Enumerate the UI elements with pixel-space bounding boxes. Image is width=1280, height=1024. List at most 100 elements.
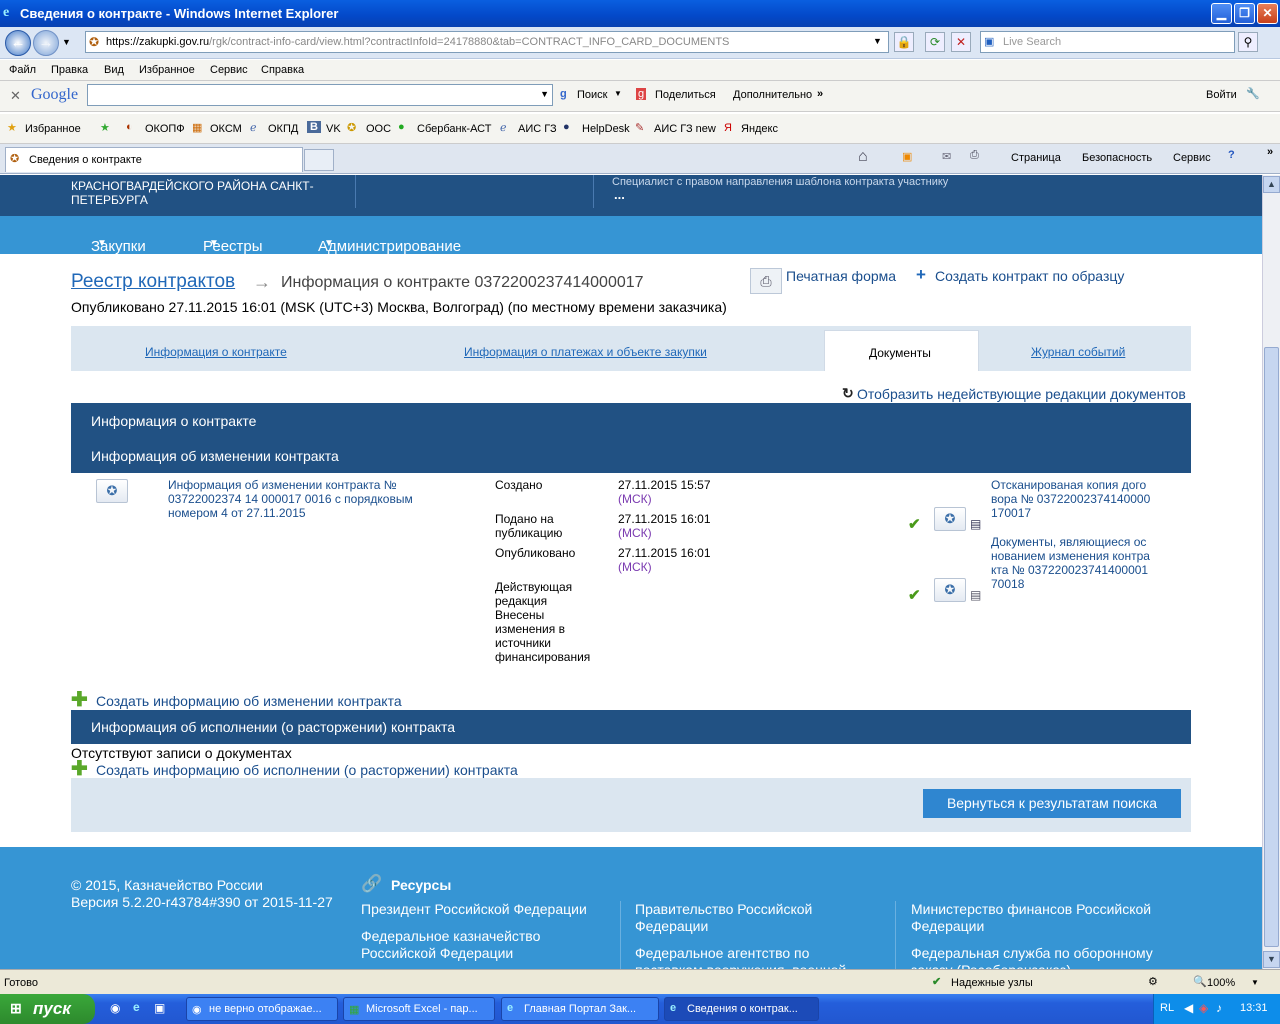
footer-link[interactable]: Федеральная служба по оборонному заказу … — [911, 945, 1171, 969]
vertical-scrollbar[interactable]: ▲ ▼ — [1262, 175, 1280, 969]
fav-sberbank[interactable]: Сбербанк-АСТ — [417, 123, 491, 135]
chrome-quicklaunch-icon[interactable]: ◉ — [110, 1001, 120, 1015]
forward-button[interactable]: → — [33, 30, 59, 56]
fav-oos[interactable]: ООС — [366, 123, 391, 135]
menu-tools[interactable]: Сервис — [210, 64, 248, 76]
certificate-icon[interactable]: ✪ — [96, 479, 128, 503]
create-by-sample-link[interactable]: Создать контракт по образцу — [935, 268, 1124, 284]
stop-icon[interactable]: ✕ — [951, 32, 971, 52]
footer-link[interactable]: Федеральное казначейство Российской Феде… — [361, 928, 581, 962]
google-search-button[interactable]: Поиск — [577, 89, 607, 101]
menu-view[interactable]: Вид — [104, 64, 124, 76]
address-bar[interactable]: ✪ https://zakupki.gov.ru/rgk/contract-in… — [85, 31, 889, 53]
tab-events-link[interactable]: Журнал событий — [1031, 345, 1125, 359]
share-button[interactable]: Поделиться — [655, 89, 716, 101]
task-excel[interactable]: ▦ Microsoft Excel - пар... — [343, 997, 495, 1021]
menu-help[interactable]: Справка — [261, 64, 304, 76]
start-button[interactable]: ⊞ пуск — [0, 994, 95, 1024]
zoom-level[interactable]: 100% — [1207, 977, 1235, 989]
task-portal[interactable]: e Главная Портал Зак... — [501, 997, 659, 1021]
mail-icon[interactable]: ✉ — [942, 150, 951, 163]
certificate-icon[interactable]: ✪ — [934, 578, 966, 602]
tab-payments-link[interactable]: Информация о платежах и объекте закупки — [464, 345, 707, 359]
cmd-tools[interactable]: Сервис — [1173, 152, 1211, 164]
google-search-dropdown-icon[interactable]: ▼ — [540, 89, 549, 99]
doc-scan-icon[interactable]: ▤ — [970, 517, 981, 531]
lock-icon[interactable]: 🔒 — [894, 32, 914, 52]
fav-yandex[interactable]: Яндекс — [741, 123, 778, 135]
protected-mode-icon[interactable]: ⚙ — [1148, 975, 1158, 988]
home-icon[interactable]: ⌂ — [858, 148, 868, 166]
language-indicator[interactable]: RL — [1160, 1002, 1174, 1014]
footer-link[interactable]: Правительство Российской Федерации — [635, 901, 835, 935]
close-toolbar-icon[interactable]: ✕ — [10, 88, 21, 104]
doc-file-icon[interactable]: ▤ — [970, 588, 981, 602]
ie-quicklaunch-icon[interactable]: e — [133, 1000, 140, 1014]
scroll-down-icon[interactable]: ▼ — [1263, 951, 1280, 968]
help-icon[interactable]: ? — [1228, 149, 1235, 161]
fav-okopf[interactable]: ОКОПФ — [145, 123, 185, 135]
login-button[interactable]: Войти — [1206, 89, 1237, 101]
google-search-input[interactable]: ▼ — [87, 84, 553, 106]
doc-scan-link[interactable]: Отсканированая копия договора № 03722002… — [991, 478, 1151, 520]
antivirus-icon[interactable]: ◈ — [1199, 1001, 1208, 1015]
new-tab-button[interactable] — [304, 149, 334, 171]
back-to-results-button[interactable]: Вернуться к результатам поиска — [923, 789, 1181, 818]
wrench-icon[interactable]: 🔧 — [1246, 87, 1260, 100]
tab-documents[interactable]: Документы — [824, 330, 979, 371]
show-inactive-link[interactable]: Отобразить недействующие редакции докуме… — [857, 386, 1186, 402]
tray-arrow-icon[interactable]: ◀ — [1184, 1001, 1193, 1015]
fav-ais[interactable]: АИС ГЗ — [518, 123, 557, 135]
add-favorite-icon[interactable]: ★ — [100, 121, 110, 134]
desktop-quicklaunch-icon[interactable]: ▣ — [154, 1001, 165, 1015]
tab-contract-info-link[interactable]: Информация о контракте — [145, 345, 287, 359]
footer-link[interactable]: Федеральное агентство по поставкам воору… — [635, 945, 865, 969]
menu-edit[interactable]: Правка — [51, 64, 88, 76]
more-button[interactable]: Дополнительно — [733, 89, 812, 101]
change-info-link[interactable]: Информация об изменении контракта № 0372… — [168, 478, 438, 520]
chevron-down-icon: ▼ — [324, 238, 334, 249]
footer-link[interactable]: Министерство финансов Российской Федерац… — [911, 901, 1171, 935]
fav-vk[interactable]: VK — [326, 123, 341, 135]
zoom-dropdown-icon[interactable]: ▼ — [1251, 978, 1259, 987]
history-dropdown-icon[interactable]: ▼ — [62, 37, 71, 47]
menu-file[interactable]: Файл — [9, 64, 36, 76]
back-button[interactable]: ← — [5, 30, 31, 56]
more-chevron-icon[interactable]: » — [817, 88, 823, 100]
rss-icon[interactable]: ▣ — [902, 150, 912, 163]
certificate-icon[interactable]: ✪ — [934, 507, 966, 531]
cmd-safety[interactable]: Безопасность — [1082, 152, 1152, 164]
task-chrome[interactable]: ◉ не верно отображае... — [186, 997, 338, 1021]
tab-contract-info[interactable]: ✪ Сведения о контракте — [5, 147, 303, 172]
maximize-button[interactable]: ❐ — [1234, 3, 1255, 24]
create-execution-link[interactable]: Создать информацию об исполнении (о раст… — [96, 762, 518, 778]
search-menu-icon[interactable]: ▼ — [614, 89, 622, 98]
create-change-link[interactable]: Создать информацию об изменении контракт… — [96, 693, 402, 709]
role-more[interactable]: ... — [614, 187, 625, 202]
breadcrumb-root[interactable]: Реестр контрактов — [71, 271, 235, 293]
print-icon[interactable]: ⎙ — [970, 149, 979, 162]
live-search-input[interactable]: ▣ Live Search — [980, 31, 1235, 53]
doc-basis-link[interactable]: Документы, являющиеся основанием изменен… — [991, 535, 1151, 591]
refresh-icon[interactable]: ⟳ — [925, 32, 945, 52]
scroll-thumb[interactable] — [1264, 347, 1279, 947]
minimize-button[interactable]: ▁ — [1211, 3, 1232, 24]
fav-okpd[interactable]: ОКПД — [268, 123, 298, 135]
zoom-icon[interactable]: 🔍 — [1193, 975, 1207, 988]
fav-helpdesk[interactable]: HelpDesk — [582, 123, 630, 135]
print-icon[interactable]: ⎙ — [750, 268, 782, 294]
favorites-button[interactable]: Избранное — [25, 123, 81, 135]
volume-icon[interactable]: ♪ — [1216, 1001, 1222, 1015]
fav-ais-new[interactable]: АИС ГЗ new — [654, 123, 716, 135]
print-form-link[interactable]: Печатная форма — [786, 268, 896, 284]
cmd-page[interactable]: Страница — [1011, 152, 1061, 164]
scroll-up-icon[interactable]: ▲ — [1263, 176, 1280, 193]
fav-oksm[interactable]: ОКСМ — [210, 123, 242, 135]
address-dropdown-icon[interactable]: ▼ — [873, 36, 882, 46]
task-contract[interactable]: e Сведения о контрак... — [664, 997, 819, 1021]
cmd-more-icon[interactable]: » — [1267, 146, 1273, 158]
search-go-icon[interactable]: ⚲ — [1238, 32, 1258, 52]
footer-link[interactable]: Президент Российской Федерации — [361, 901, 587, 917]
menu-favorites[interactable]: Избранное — [139, 64, 195, 76]
close-button[interactable]: ✕ — [1257, 3, 1278, 24]
